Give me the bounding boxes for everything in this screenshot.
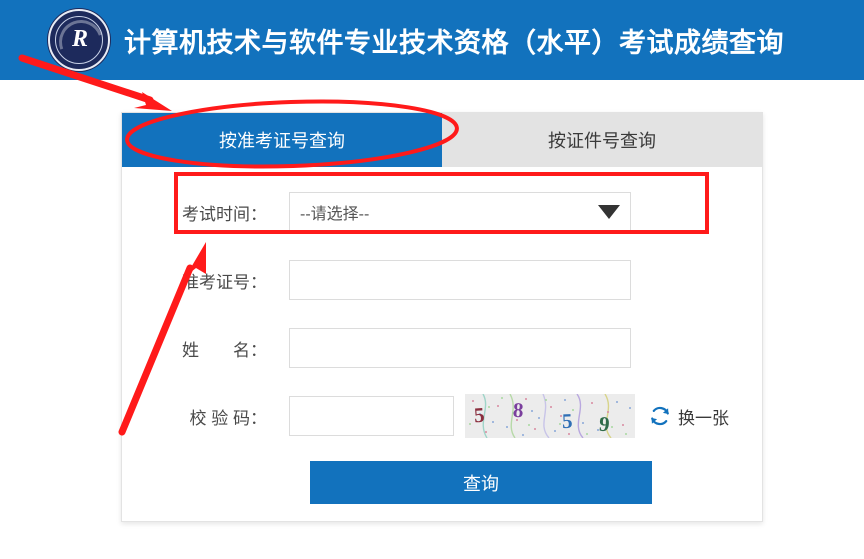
chevron-down-icon <box>598 205 620 219</box>
tab-by-admission-ticket-label: 按准考证号查询 <box>219 131 345 151</box>
captcha-label: 校 验 码： <box>189 408 267 428</box>
exam-time-row: 考试时间： --请选择-- <box>122 189 762 235</box>
refresh-captcha-label: 换一张 <box>678 408 729 428</box>
captcha-char-3: 5 <box>561 408 573 434</box>
query-submit-button[interactable]: 查询 <box>310 461 652 504</box>
tab-by-id-number[interactable]: 按证件号查询 <box>442 113 762 167</box>
captcha-row: 校 验 码： 5 8 5 9 换一张 <box>122 393 762 439</box>
tab-by-id-number-label: 按证件号查询 <box>548 131 656 151</box>
captcha-char-2: 8 <box>512 397 525 423</box>
submit-row: 查询 <box>122 461 762 504</box>
admission-number-input[interactable] <box>289 260 631 300</box>
page-title: 计算机技术与软件专业技术资格（水平）考试成绩查询 <box>124 27 784 58</box>
captcha-char-1: 5 <box>473 402 486 428</box>
header-content: R 计算机技术与软件专业技术资格（水平）考试成绩查询 <box>48 9 784 72</box>
captcha-char-4: 9 <box>598 411 611 437</box>
query-form: 考试时间： --请选择-- 准考证号： 姓 名： 校 验 码： 5 8 5 9 … <box>122 167 762 504</box>
tab-bar: 按准考证号查询 按证件号查询 <box>122 113 762 167</box>
refresh-captcha-button[interactable]: 换一张 <box>649 404 729 429</box>
score-query-panel: 按准考证号查询 按证件号查询 考试时间： --请选择-- 准考证号： 姓 名： … <box>121 112 763 522</box>
logo-letter: R <box>71 25 88 52</box>
name-row: 姓 名： <box>122 325 762 371</box>
exam-time-selected-value: --请选择-- <box>300 206 370 223</box>
admission-number-row: 准考证号： <box>122 257 762 303</box>
tab-by-admission-ticket[interactable]: 按准考证号查询 <box>122 113 442 167</box>
captcha-input[interactable] <box>289 396 454 436</box>
certification-seal-logo: R <box>48 9 111 72</box>
name-input[interactable] <box>289 328 631 368</box>
name-label: 姓 名： <box>182 340 267 360</box>
refresh-icon <box>651 406 669 426</box>
exam-time-select[interactable]: --请选择-- <box>289 192 631 232</box>
captcha-image[interactable]: 5 8 5 9 <box>465 394 635 438</box>
header-banner: R 计算机技术与软件专业技术资格（水平）考试成绩查询 <box>0 0 864 80</box>
admission-number-label: 准考证号： <box>182 272 267 292</box>
exam-time-label: 考试时间： <box>182 204 267 224</box>
